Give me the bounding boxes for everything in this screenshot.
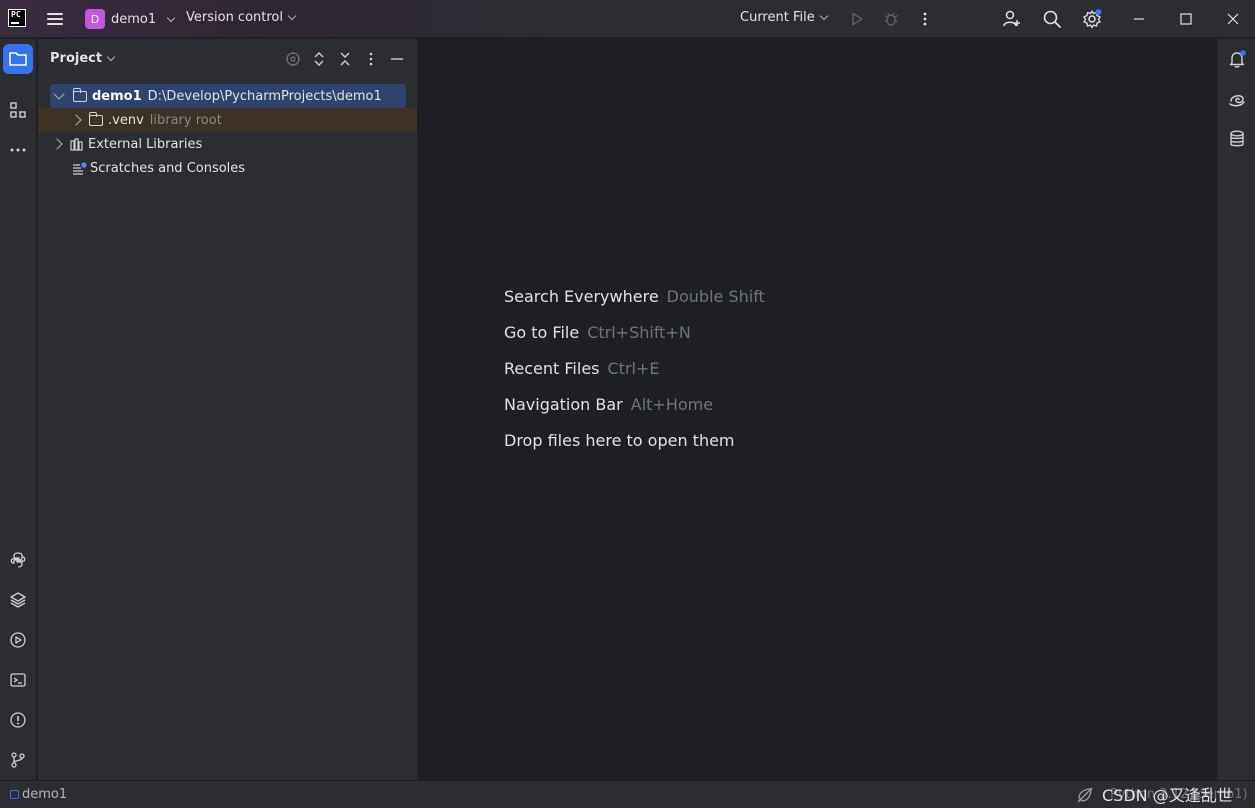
code-with-me-icon[interactable] (1001, 8, 1023, 30)
hint-recent-files: Recent Files Ctrl+E (504, 359, 659, 378)
tree-item-path: D:\Develop\PycharmProjects\demo1 (147, 88, 382, 104)
tree-item-scratches[interactable]: Scratches and Consoles (38, 156, 245, 180)
status-bar: demo1 Python 3.12 (demo1) CSDN @又逢乱世 (0, 780, 1255, 808)
hint-label: Go to File (504, 323, 580, 342)
database-icon (1230, 130, 1244, 147)
close-window-icon[interactable] (1222, 8, 1244, 30)
hint-shortcut: Ctrl+Shift+N (587, 323, 691, 342)
hint-go-to-file: Go to File Ctrl+Shift+N (504, 323, 691, 342)
expand-all-icon[interactable] (309, 49, 329, 69)
right-tool-stripe (1216, 39, 1255, 780)
editor-empty-area[interactable]: Search Everywhere Double Shift Go to File… (419, 39, 1216, 780)
project-switcher[interactable]: D demo1 (85, 8, 176, 30)
breadcrumb[interactable]: demo1 (10, 787, 67, 802)
hint-label: Navigation Bar (504, 395, 623, 414)
search-icon[interactable] (1041, 8, 1063, 30)
options-icon[interactable] (361, 49, 381, 69)
project-badge: D (85, 9, 105, 29)
tree-item-venv[interactable]: .venv library root (38, 108, 417, 132)
watermark-text: CSDN @又逢乱世 (1102, 786, 1233, 805)
project-view-selector[interactable]: Project (50, 51, 116, 66)
more-tools-button[interactable] (3, 135, 33, 165)
version-control-menu[interactable]: Version control (186, 10, 297, 25)
git-button[interactable] (3, 745, 33, 775)
layers-icon (10, 592, 26, 608)
pycharm-logo-icon[interactable]: PC (8, 9, 26, 27)
maximize-window-icon[interactable] (1175, 8, 1197, 30)
debug-icon[interactable] (880, 8, 902, 30)
structure-tool-button[interactable] (3, 95, 33, 125)
title-bar: PC D demo1 Version control Current File (0, 0, 1255, 38)
collapsed-arrow-icon[interactable] (70, 114, 82, 126)
minimize-window-icon[interactable] (1128, 8, 1150, 30)
problems-button[interactable] (3, 705, 33, 735)
tree-item-detail: library root (149, 112, 222, 128)
python-console-button[interactable] (3, 545, 33, 575)
power-save-icon[interactable] (1076, 786, 1094, 808)
hint-shortcut: Ctrl+E (607, 359, 660, 378)
git-branch-icon (11, 752, 25, 768)
services-button[interactable] (3, 625, 33, 655)
chevron-down-icon (819, 11, 828, 21)
hint-search-everywhere: Search Everywhere Double Shift (504, 287, 765, 306)
breadcrumb-project: demo1 (22, 787, 68, 802)
module-icon (10, 790, 19, 799)
hint-label: Recent Files (504, 359, 600, 378)
terminal-button[interactable] (3, 665, 33, 695)
project-name: demo1 (111, 11, 157, 27)
run-services-icon (10, 632, 26, 648)
notifications-button[interactable] (1222, 44, 1252, 74)
project-tool-window: Project demo1 D:\Develop\PycharmProjects… (38, 39, 418, 780)
structure-icon (10, 102, 26, 118)
tree-item-name: Scratches and Consoles (90, 160, 246, 176)
ai-assistant-button[interactable] (1222, 84, 1252, 114)
chevron-down-icon (287, 11, 297, 21)
version-control-label: Version control (186, 10, 283, 25)
hint-shortcut: Alt+Home (630, 395, 714, 414)
run-configuration-selector[interactable]: Current File (740, 10, 828, 25)
python-packages-button[interactable] (3, 585, 33, 615)
chevron-down-icon (106, 52, 116, 62)
library-icon (70, 137, 83, 151)
hide-panel-icon[interactable] (387, 49, 407, 69)
ai-assistant-icon (1229, 95, 1245, 107)
hint-shortcut: Double Shift (666, 287, 765, 306)
run-icon[interactable] (846, 8, 868, 30)
terminal-icon (10, 673, 26, 687)
bell-icon (1229, 50, 1246, 68)
project-panel-title: Project (50, 51, 103, 66)
chevron-down-icon (166, 13, 176, 22)
left-tool-stripe (0, 39, 37, 780)
scratches-icon (73, 161, 87, 175)
more-horizontal-icon (10, 148, 26, 152)
hint-label: Search Everywhere (504, 287, 659, 306)
folder-icon (9, 52, 27, 66)
hint-label: Drop files here to open them (504, 431, 735, 450)
tree-item-name: .venv (108, 112, 144, 128)
main-menu-icon[interactable] (46, 10, 64, 28)
expanded-arrow-icon[interactable] (53, 88, 65, 100)
python-icon (10, 552, 26, 568)
collapse-all-icon[interactable] (335, 49, 355, 69)
folder-icon (88, 111, 103, 126)
more-actions-icon[interactable] (914, 8, 936, 30)
settings-gear-icon[interactable] (1081, 8, 1103, 30)
select-opened-file-icon[interactable] (283, 49, 303, 69)
tree-item-name: demo1 (92, 88, 142, 104)
tree-item-external-libraries[interactable]: External Libraries (38, 132, 202, 156)
project-tool-button[interactable] (3, 44, 33, 74)
tree-item-demo1[interactable]: demo1 D:\Develop\PycharmProjects\demo1 (50, 84, 406, 108)
problems-icon (10, 712, 26, 728)
tree-item-name: External Libraries (88, 136, 203, 152)
hint-navigation-bar: Navigation Bar Alt+Home (504, 395, 713, 414)
hint-drop-files: Drop files here to open them (504, 431, 735, 450)
collapsed-arrow-icon[interactable] (51, 138, 63, 150)
folder-icon (72, 87, 87, 102)
run-configuration-label: Current File (740, 10, 815, 25)
database-button[interactable] (1222, 124, 1252, 154)
